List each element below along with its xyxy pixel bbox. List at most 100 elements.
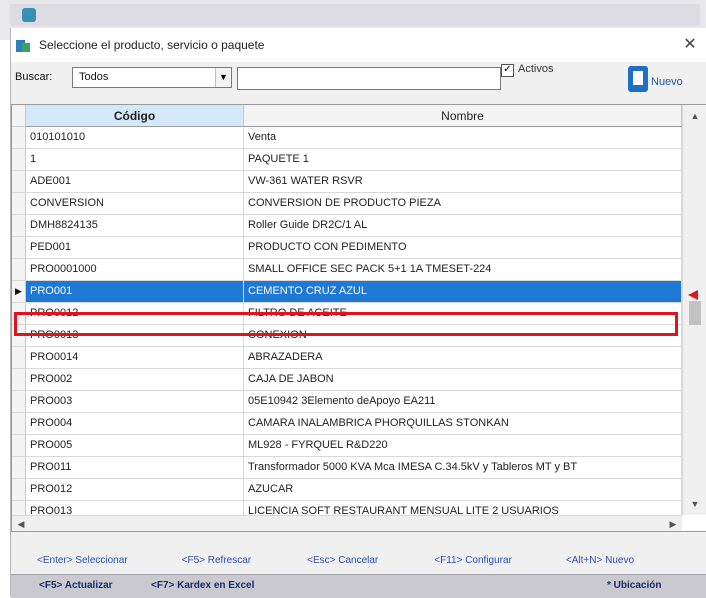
scroll-up-icon[interactable]: ▲ xyxy=(683,107,706,125)
update-shortcut: <F5> Actualizar xyxy=(39,580,113,591)
cell-name[interactable]: CEMENTO CRUZ AZUL xyxy=(244,281,682,302)
cell-code[interactable]: CONVERSION xyxy=(26,193,244,214)
row-marker[interactable] xyxy=(12,391,26,412)
column-header-name[interactable]: Nombre xyxy=(244,105,682,127)
table-row[interactable]: PED001 PRODUCTO CON PEDIMENTO xyxy=(12,237,682,259)
row-marker[interactable] xyxy=(12,193,26,214)
product-selection-dialog: Seleccione el producto, servicio o paque… xyxy=(10,28,706,598)
configure-shortcut[interactable]: <F11> Configurar xyxy=(434,555,512,566)
search-filter-select[interactable]: Todos ▼ xyxy=(72,67,232,88)
kardex-shortcut: <F7> Kardex en Excel xyxy=(151,580,255,591)
row-marker[interactable] xyxy=(12,149,26,170)
cell-name[interactable]: PRODUCTO CON PEDIMENTO xyxy=(244,237,682,258)
row-marker[interactable] xyxy=(12,457,26,478)
search-label: Buscar: xyxy=(15,71,53,83)
table-row[interactable]: PRO002 CAJA DE JABON xyxy=(12,369,682,391)
row-marker[interactable] xyxy=(12,479,26,500)
cell-code[interactable]: PRO0012 xyxy=(26,303,244,324)
table-row[interactable]: PRO0012 FILTRO DE ACEITE xyxy=(12,303,682,325)
table-row[interactable]: PRO004 CAMARA INALAMBRICA PHORQUILLAS STO… xyxy=(12,413,682,435)
close-button[interactable]: ✕ xyxy=(679,34,701,56)
cell-name[interactable]: CONEXION xyxy=(244,325,682,346)
cell-code[interactable]: PRO004 xyxy=(26,413,244,434)
cell-name[interactable]: 05E10942 3Elemento deApoyo EA211 xyxy=(244,391,682,412)
cell-name[interactable]: ABRAZADERA xyxy=(244,347,682,368)
vertical-scrollbar[interactable]: ▲ ▼ xyxy=(682,105,706,515)
search-input[interactable] xyxy=(237,67,501,90)
cell-code[interactable]: 1 xyxy=(26,149,244,170)
new-shortcut[interactable]: <Alt+N> Nuevo xyxy=(566,555,634,566)
background-window-titlebar xyxy=(10,4,700,26)
cell-code[interactable]: PRO0014 xyxy=(26,347,244,368)
row-marker[interactable] xyxy=(12,369,26,390)
cell-code[interactable]: PRO005 xyxy=(26,435,244,456)
table-row[interactable]: CONVERSION CONVERSION DE PRODUCTO PIEZA xyxy=(12,193,682,215)
table-row[interactable]: ▶ PRO001 CEMENTO CRUZ AZUL xyxy=(12,281,682,303)
table-row[interactable]: 1 PAQUETE 1 xyxy=(12,149,682,171)
cell-name[interactable]: Transformador 5000 KVA Mca IMESA C.34.5k… xyxy=(244,457,682,478)
cell-name[interactable]: PAQUETE 1 xyxy=(244,149,682,170)
cell-name[interactable]: CAJA DE JABON xyxy=(244,369,682,390)
row-marker[interactable] xyxy=(12,325,26,346)
cell-code[interactable]: PRO0013 xyxy=(26,325,244,346)
cell-name[interactable]: CAMARA INALAMBRICA PHORQUILLAS STONKAN xyxy=(244,413,682,434)
cell-code[interactable]: PRO001 xyxy=(26,281,244,302)
cell-code[interactable]: DMH8824135 xyxy=(26,215,244,236)
active-checkbox[interactable]: ✓ xyxy=(501,64,514,77)
table-row[interactable]: PRO0014 ABRAZADERA xyxy=(12,347,682,369)
table-row[interactable]: 010101010 Venta xyxy=(12,127,682,149)
row-marker[interactable] xyxy=(12,435,26,456)
row-marker[interactable] xyxy=(12,237,26,258)
table-row[interactable]: PRO0001000 SMALL OFFICE SEC PACK 5+1 1A T… xyxy=(12,259,682,281)
row-marker[interactable] xyxy=(12,303,26,324)
cell-code[interactable]: PRO002 xyxy=(26,369,244,390)
table-row[interactable]: DMH8824135 Roller Guide DR2C/1 AL xyxy=(12,215,682,237)
cell-code[interactable]: PRO011 xyxy=(26,457,244,478)
refresh-shortcut[interactable]: <F5> Refrescar xyxy=(182,555,251,566)
cell-code[interactable]: 010101010 xyxy=(26,127,244,148)
current-row-pointer-icon[interactable]: ▶ xyxy=(12,281,26,302)
row-marker[interactable] xyxy=(12,171,26,192)
scroll-left-icon[interactable]: ◀ xyxy=(14,516,28,531)
location-label: * Ubicación xyxy=(607,580,662,591)
dialog-titlebar: Seleccione el producto, servicio o paque… xyxy=(11,28,706,62)
annotation-arrow-icon xyxy=(688,290,698,300)
cell-name[interactable]: FILTRO DE ACEITE xyxy=(244,303,682,324)
cell-code[interactable]: PRO012 xyxy=(26,479,244,500)
cell-name[interactable]: Venta xyxy=(244,127,682,148)
row-marker[interactable] xyxy=(12,347,26,368)
cell-code[interactable]: PRO003 xyxy=(26,391,244,412)
column-header-code[interactable]: Código xyxy=(26,105,244,127)
table-row[interactable]: PRO012 AZUCAR xyxy=(12,479,682,501)
table-row[interactable]: ADE001 VW-361 WATER RSVR xyxy=(12,171,682,193)
row-marker[interactable] xyxy=(12,413,26,434)
horizontal-scrollbar[interactable]: ◀ ▶ xyxy=(12,515,682,531)
cell-name[interactable]: SMALL OFFICE SEC PACK 5+1 1A TMESET-224 xyxy=(244,259,682,280)
cell-code[interactable]: PRO0001000 xyxy=(26,259,244,280)
cell-name[interactable]: VW-361 WATER RSVR xyxy=(244,171,682,192)
scroll-down-icon[interactable]: ▼ xyxy=(683,495,706,513)
table-row[interactable]: PRO0013 CONEXION xyxy=(12,325,682,347)
table-row[interactable]: PRO011 Transformador 5000 KVA Mca IMESA C… xyxy=(12,457,682,479)
table-row[interactable]: PRO003 05E10942 3Elemento deApoyo EA211 xyxy=(12,391,682,413)
search-filter-value: Todos xyxy=(79,71,109,83)
scroll-right-icon[interactable]: ▶ xyxy=(666,516,680,531)
cell-name[interactable]: ML928 - FYRQUEL R&D220 xyxy=(244,435,682,456)
row-marker[interactable] xyxy=(12,215,26,236)
select-shortcut[interactable]: <Enter> Seleccionar xyxy=(37,555,128,566)
scroll-thumb[interactable] xyxy=(689,301,701,325)
cell-code[interactable]: ADE001 xyxy=(26,171,244,192)
cell-name[interactable]: Roller Guide DR2C/1 AL xyxy=(244,215,682,236)
row-marker[interactable] xyxy=(12,127,26,148)
cell-name[interactable]: AZUCAR xyxy=(244,479,682,500)
cell-code[interactable]: PED001 xyxy=(26,237,244,258)
row-marker[interactable] xyxy=(12,259,26,280)
shortcut-bar: <Enter> Seleccionar <F5> Refrescar <Esc>… xyxy=(11,550,706,570)
cell-name[interactable]: CONVERSION DE PRODUCTO PIEZA xyxy=(244,193,682,214)
table-row[interactable]: PRO005 ML928 - FYRQUEL R&D220 xyxy=(12,435,682,457)
cancel-shortcut[interactable]: <Esc> Cancelar xyxy=(307,555,378,566)
new-document-icon[interactable] xyxy=(628,66,648,92)
chevron-down-icon[interactable]: ▼ xyxy=(215,68,231,87)
row-marker-header xyxy=(12,105,26,127)
new-button-label[interactable]: Nuevo xyxy=(651,76,683,88)
